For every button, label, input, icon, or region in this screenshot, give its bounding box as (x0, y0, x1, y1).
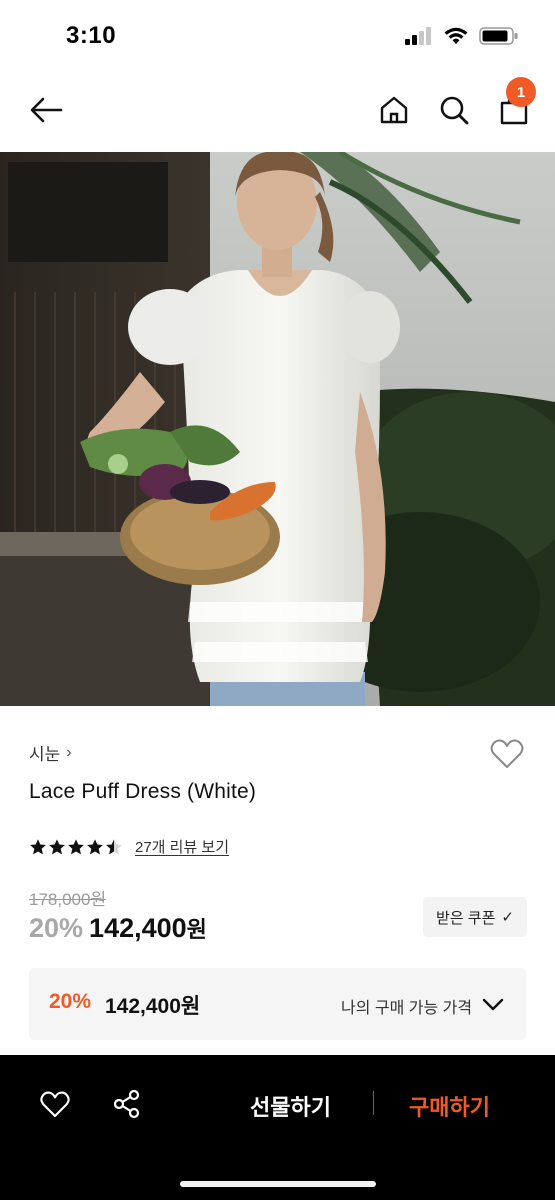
status-time: 3:10 (66, 22, 117, 49)
star-half-icon (106, 838, 122, 854)
share-button[interactable] (110, 1087, 144, 1121)
sale-price-row: 20% 142,400 원 (29, 912, 207, 944)
heart-icon (490, 739, 524, 768)
coupon-label: 받은 쿠폰 (436, 909, 496, 927)
my-price-label: 나의 구매 가능 가격 (341, 1000, 473, 1017)
share-icon (113, 1089, 140, 1119)
cart-count-badge: 1 (506, 77, 536, 107)
my-price-dropdown[interactable]: 20% 142,400원 나의 구매 가능 가격 (29, 968, 526, 1040)
star-icon (49, 838, 65, 854)
review-link[interactable]: 27개 리뷰 보기 (135, 836, 229, 857)
star-rating (29, 838, 123, 856)
sale-currency: 원 (186, 917, 207, 942)
original-price: 178,000원 (29, 890, 107, 909)
coupon-button[interactable]: 받은 쿠폰 ✓ (423, 897, 527, 937)
discount-percent: 20% (29, 913, 84, 943)
my-discount-percent: 20% (49, 990, 92, 1013)
heart-icon (40, 1091, 70, 1117)
wishlist-button[interactable] (487, 736, 527, 772)
buy-button[interactable]: 구매하기 (409, 1090, 490, 1122)
brand-name: 시눈 (29, 745, 61, 764)
chevron-down-icon (482, 998, 504, 1011)
battery-icon (479, 27, 518, 45)
product-image-gallery[interactable] (0, 152, 555, 706)
star-icon (87, 838, 103, 854)
check-icon: ✓ (501, 909, 514, 926)
my-price-value: 142,400원 (105, 995, 201, 1018)
nav-bar (0, 70, 555, 152)
home-icon (380, 96, 408, 124)
product-photo (0, 152, 555, 706)
brand-link[interactable]: 시눈 › (29, 740, 72, 765)
divider (373, 1091, 374, 1115)
back-button[interactable] (24, 90, 68, 130)
status-bar: 3:10 (0, 0, 555, 70)
status-icons (405, 26, 519, 46)
product-title: Lace Puff Dress (White) (29, 780, 257, 803)
home-indicator (180, 1181, 376, 1187)
like-button[interactable] (38, 1087, 72, 1121)
bottom-action-bar: 선물하기 구매하기 (0, 1055, 555, 1200)
star-icon (68, 838, 84, 854)
star-icon (30, 838, 46, 854)
wifi-icon (444, 27, 468, 44)
search-icon (440, 96, 469, 125)
gift-button[interactable]: 선물하기 (250, 1090, 331, 1122)
sale-price: 142,400 (89, 913, 187, 943)
home-button[interactable] (374, 90, 414, 130)
chevron-right-icon: › (66, 743, 72, 761)
search-button[interactable] (434, 90, 474, 130)
signal-icon (405, 27, 431, 45)
rating-row: 27개 리뷰 보기 (29, 836, 229, 857)
back-arrow-icon (30, 97, 63, 123)
